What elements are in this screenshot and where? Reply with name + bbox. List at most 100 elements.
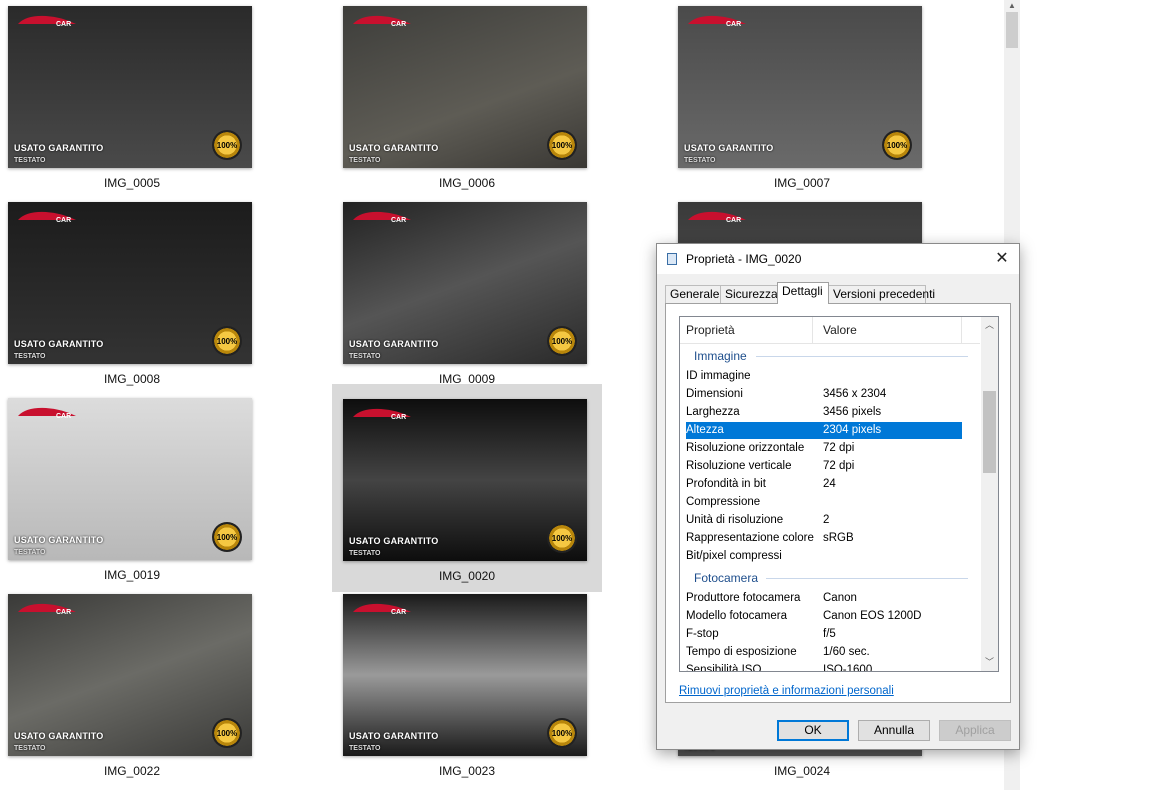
column-value[interactable]: Valore bbox=[823, 323, 857, 337]
property-row[interactable]: Tempo di esposizione 1/60 sec. bbox=[686, 644, 962, 661]
brand-logo-icon: CAR bbox=[353, 408, 411, 421]
svg-text:CAR: CAR bbox=[56, 609, 71, 616]
list-scrollbar[interactable]: ︿ ﹀ bbox=[981, 317, 998, 671]
brand-logo-icon: CAR bbox=[353, 15, 411, 28]
guarantee-seal-icon: 100% bbox=[212, 326, 242, 356]
thumbnail-image[interactable]: CAR USATO GARANTITO TESTATO 100% bbox=[678, 6, 922, 168]
brand-logo-icon: CAR bbox=[688, 15, 746, 28]
watermark-line1: USATO GARANTITO bbox=[349, 339, 439, 349]
thumbnail-image[interactable]: CAR USATO GARANTITO TESTATO 100% bbox=[8, 594, 252, 756]
file-tile[interactable]: CAR USATO GARANTITO TESTATO 100% IMG_0019 bbox=[0, 396, 270, 592]
property-value: Canon bbox=[823, 592, 857, 604]
file-tile[interactable]: CAR USATO GARANTITO TESTATO 100% IMG_0006 bbox=[335, 4, 605, 200]
file-tile[interactable]: CAR USATO GARANTITO TESTATO 100% IMG_0020 bbox=[332, 384, 602, 592]
property-value: 3456 x 2304 bbox=[823, 388, 887, 400]
property-value: 1/60 sec. bbox=[823, 646, 870, 658]
property-value: sRGB bbox=[823, 532, 854, 544]
brand-logo-icon: CAR bbox=[18, 603, 76, 616]
thumbnail-image[interactable]: CAR USATO GARANTITO TESTATO 100% bbox=[343, 6, 587, 168]
tab-sicurezza[interactable]: Sicurezza bbox=[720, 285, 778, 303]
file-name[interactable]: IMG_0006 bbox=[335, 176, 599, 190]
svg-text:CAR: CAR bbox=[391, 609, 406, 616]
property-name: Modello fotocamera bbox=[686, 610, 787, 622]
tab-versioni-precedenti[interactable]: Versioni precedenti bbox=[828, 285, 935, 303]
property-row[interactable]: Larghezza 3456 pixels bbox=[686, 404, 962, 421]
property-row[interactable]: Profondità in bit 24 bbox=[686, 476, 962, 493]
watermark-line1: USATO GARANTITO bbox=[349, 536, 439, 546]
file-tile[interactable]: CAR USATO GARANTITO TESTATO 100% IMG_0023 bbox=[335, 592, 605, 788]
property-row[interactable]: Produttore fotocamera Canon bbox=[686, 590, 962, 607]
close-icon[interactable]: ✕ bbox=[985, 244, 1019, 274]
brand-logo-icon: CAR bbox=[353, 603, 411, 616]
scroll-up-arrow-icon[interactable]: ▲ bbox=[1004, 0, 1020, 12]
thumbnail-image[interactable]: CAR USATO GARANTITO TESTATO 100% bbox=[8, 202, 252, 364]
property-value: 2 bbox=[823, 514, 830, 526]
svg-text:CAR: CAR bbox=[56, 21, 71, 28]
watermark-line1: USATO GARANTITO bbox=[14, 143, 104, 153]
file-name[interactable]: IMG_0020 bbox=[335, 569, 599, 583]
property-name: Compressione bbox=[686, 496, 761, 508]
property-row[interactable]: Rappresentazione colore sRGB bbox=[686, 530, 962, 547]
property-row[interactable]: Sensibilità ISO ISO-1600 bbox=[686, 662, 962, 671]
property-name: ID immagine bbox=[686, 370, 751, 382]
file-name[interactable]: IMG_0024 bbox=[670, 764, 934, 778]
property-name: F-stop bbox=[686, 628, 719, 640]
property-row[interactable]: Risoluzione verticale 72 dpi bbox=[686, 458, 962, 475]
file-name[interactable]: IMG_0022 bbox=[0, 764, 264, 778]
property-row[interactable]: Dimensioni 3456 x 2304 bbox=[686, 386, 962, 403]
thumbnail-image[interactable]: CAR USATO GARANTITO TESTATO 100% bbox=[343, 594, 587, 756]
property-name: Tempo di esposizione bbox=[686, 646, 797, 658]
file-tile[interactable]: CAR USATO GARANTITO TESTATO 100% IMG_0007 bbox=[670, 4, 940, 200]
property-value: 72 dpi bbox=[823, 442, 855, 454]
thumbnail-image[interactable]: CAR USATO GARANTITO TESTATO 100% bbox=[343, 202, 587, 364]
svg-text:CAR: CAR bbox=[391, 217, 406, 224]
chevron-down-icon[interactable]: ﹀ bbox=[981, 654, 998, 671]
file-name[interactable]: IMG_0019 bbox=[0, 568, 264, 582]
file-name[interactable]: IMG_0005 bbox=[0, 176, 264, 190]
file-name[interactable]: IMG_0007 bbox=[670, 176, 934, 190]
property-value: 3456 pixels bbox=[823, 406, 882, 418]
property-name: Risoluzione orizzontale bbox=[686, 442, 805, 454]
guarantee-seal-icon: 100% bbox=[212, 522, 242, 552]
svg-text:CAR: CAR bbox=[726, 21, 741, 28]
file-name[interactable]: IMG_0008 bbox=[0, 372, 264, 386]
tab-dettagli[interactable]: Dettagli bbox=[777, 282, 829, 304]
brand-logo-icon: CAR bbox=[18, 211, 76, 224]
list-scrollbar-thumb[interactable] bbox=[983, 391, 996, 473]
tab-generale[interactable]: Generale bbox=[665, 285, 721, 303]
brand-logo-icon: CAR bbox=[353, 211, 411, 224]
property-row[interactable]: Bit/pixel compressi bbox=[686, 548, 962, 565]
svg-text:CAR: CAR bbox=[726, 217, 741, 224]
remove-properties-link[interactable]: Rimuovi proprietà e informazioni persona… bbox=[679, 685, 894, 697]
thumbnail-image[interactable]: CAR USATO GARANTITO TESTATO 100% bbox=[8, 398, 252, 560]
thumbnail-image[interactable]: CAR USATO GARANTITO TESTATO 100% bbox=[8, 6, 252, 168]
file-tile[interactable]: CAR USATO GARANTITO TESTATO 100% IMG_0008 bbox=[0, 200, 270, 396]
file-tile[interactable]: CAR USATO GARANTITO TESTATO 100% IMG_0005 bbox=[0, 4, 270, 200]
file-tile[interactable]: CAR USATO GARANTITO TESTATO 100% IMG_0009 bbox=[335, 200, 605, 396]
file-name[interactable]: IMG_0023 bbox=[335, 764, 599, 778]
apply-button: Applica bbox=[939, 720, 1011, 741]
property-row[interactable]: F-stop f/5 bbox=[686, 626, 962, 643]
chevron-up-icon[interactable]: ︿ bbox=[981, 317, 998, 334]
ok-button[interactable]: OK bbox=[777, 720, 849, 741]
file-tile[interactable]: CAR USATO GARANTITO TESTATO 100% IMG_0022 bbox=[0, 592, 270, 788]
column-property[interactable]: Proprietà bbox=[686, 323, 735, 337]
properties-list[interactable]: Proprietà Valore Immagine ID immagine Dim… bbox=[679, 316, 999, 672]
property-row[interactable]: Altezza 2304 pixels bbox=[686, 422, 962, 439]
property-row[interactable]: Compressione bbox=[686, 494, 962, 511]
scrollbar-thumb[interactable] bbox=[1006, 12, 1018, 48]
property-row[interactable]: Modello fotocamera Canon EOS 1200D bbox=[686, 608, 962, 625]
watermark-line1: USATO GARANTITO bbox=[349, 731, 439, 741]
dialog-titlebar[interactable]: Proprietà - IMG_0020 ✕ bbox=[657, 244, 1019, 274]
property-row[interactable]: ID immagine bbox=[686, 368, 962, 385]
property-name: Larghezza bbox=[686, 406, 740, 418]
property-row[interactable]: Unità di risoluzione 2 bbox=[686, 512, 962, 529]
thumbnail-image[interactable]: CAR USATO GARANTITO TESTATO 100% bbox=[343, 399, 587, 561]
watermark-line2: TESTATO bbox=[14, 745, 46, 752]
details-panel: Proprietà Valore Immagine ID immagine Dim… bbox=[665, 303, 1011, 703]
cancel-button[interactable]: Annulla bbox=[858, 720, 930, 741]
guarantee-seal-icon: 100% bbox=[882, 130, 912, 160]
property-row[interactable]: Risoluzione orizzontale 72 dpi bbox=[686, 440, 962, 457]
svg-text:CAR: CAR bbox=[56, 413, 71, 420]
guarantee-seal-icon: 100% bbox=[547, 523, 577, 553]
